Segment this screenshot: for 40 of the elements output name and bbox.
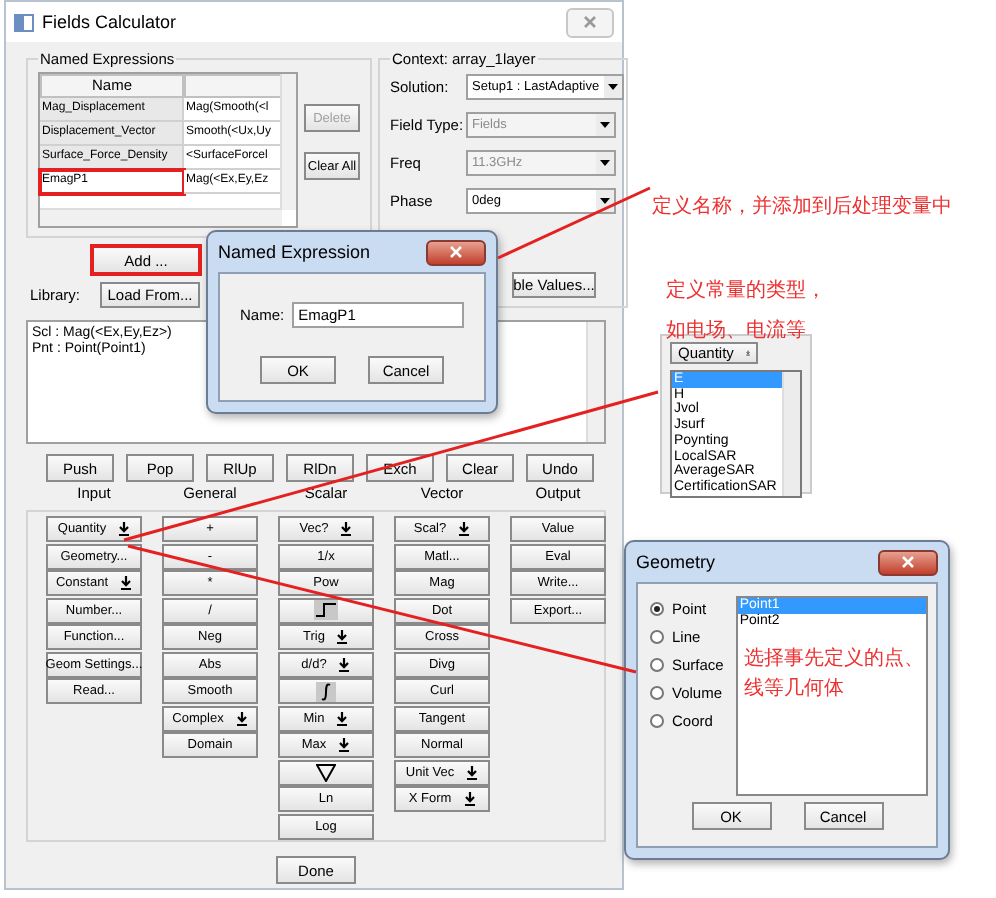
down-arrow-icon xyxy=(458,522,471,536)
integral-button[interactable] xyxy=(278,678,374,704)
down-arrow-icon xyxy=(466,765,479,779)
radio-button[interactable] xyxy=(650,686,664,700)
app-icon xyxy=(14,13,34,31)
down-arrow-icon xyxy=(463,792,476,806)
step-icon xyxy=(314,600,338,620)
down-arrow-icon xyxy=(338,657,351,671)
radio-button[interactable] xyxy=(650,630,664,644)
annotation-text: 定义名称，并添加到后处理变量中 xyxy=(652,193,952,220)
close-icon xyxy=(584,16,596,28)
scrollbar[interactable] xyxy=(586,322,604,442)
dialog-title: Geometry xyxy=(636,552,716,572)
down-arrow-icon xyxy=(336,711,349,725)
down-arrow-icon xyxy=(338,738,351,752)
radio-button[interactable] xyxy=(650,714,664,728)
close-button[interactable] xyxy=(878,549,938,575)
scrollbar[interactable] xyxy=(280,74,296,210)
annotation-note: 选择事先定义的点、 线等几何体 xyxy=(741,645,926,705)
radio-button[interactable] xyxy=(650,602,664,616)
down-arrow-icon xyxy=(340,522,353,536)
down-arrow-icon xyxy=(235,711,248,725)
annotation-text: 定义常量的类型， xyxy=(666,277,826,304)
radio-button[interactable] xyxy=(650,658,664,672)
close-button[interactable] xyxy=(426,239,486,265)
down-arrow-icon xyxy=(745,346,750,360)
dialog-title: Named Expression xyxy=(218,242,371,262)
close-icon xyxy=(902,556,914,568)
integral-icon xyxy=(316,681,336,701)
down-arrow-icon xyxy=(118,522,131,536)
nabla-icon xyxy=(316,763,336,781)
scrollbar[interactable] xyxy=(40,208,282,226)
window-title: Fields Calculator xyxy=(42,12,177,32)
down-arrow-icon xyxy=(336,630,349,644)
gradient-button[interactable] xyxy=(278,759,374,785)
close-icon xyxy=(450,246,462,258)
annotation-text: 如电场、电流等 xyxy=(666,317,808,344)
step-button[interactable] xyxy=(278,597,374,623)
down-arrow-icon xyxy=(120,576,133,590)
scrollbar[interactable] xyxy=(782,372,800,496)
